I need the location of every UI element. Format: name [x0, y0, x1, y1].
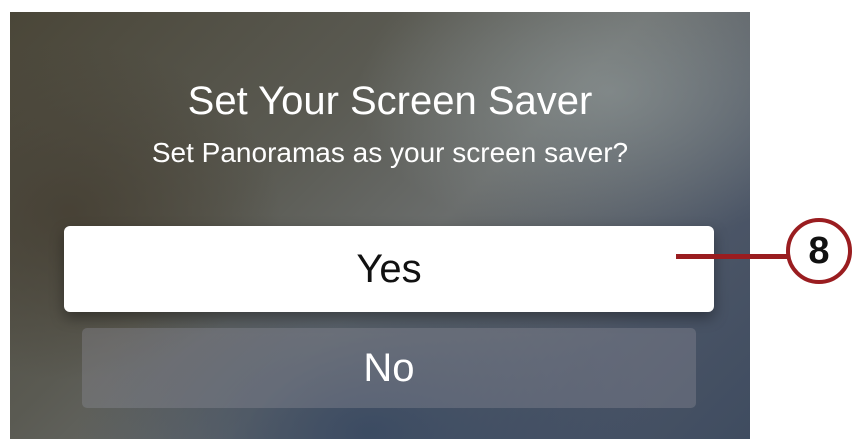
callout-number: 8	[808, 229, 830, 272]
callout-line	[676, 254, 790, 259]
dialog-title: Set Your Screen Saver	[187, 79, 593, 123]
yes-button-label: Yes	[356, 246, 422, 291]
screenshot-stage: Set Your Screen Saver Set Panoramas as y…	[0, 0, 868, 439]
callout-badge: 8	[786, 218, 852, 284]
yes-button[interactable]: Yes	[64, 226, 714, 312]
dialog-subtitle: Set Panoramas as your screen saver?	[151, 137, 629, 168]
no-button-label: No	[363, 345, 415, 390]
tv-screen: Set Your Screen Saver Set Panoramas as y…	[10, 12, 750, 439]
no-button[interactable]: No	[82, 328, 696, 408]
